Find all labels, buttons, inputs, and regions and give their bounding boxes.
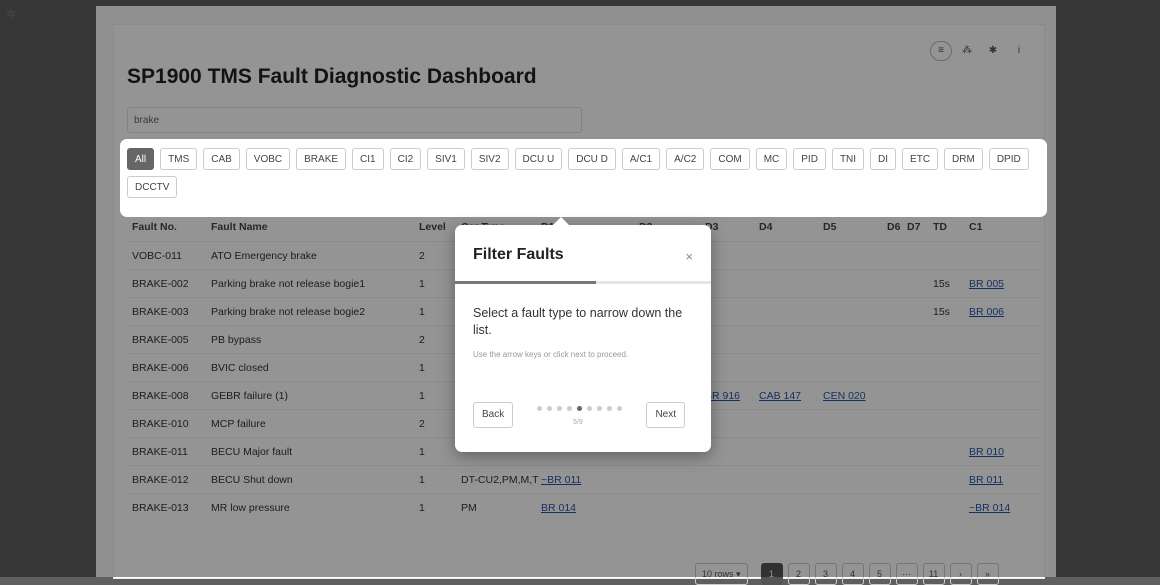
filter-chip[interactable]: DI — [870, 148, 897, 170]
step-dots — [537, 406, 622, 411]
step-dot[interactable] — [547, 406, 552, 411]
filter-chip[interactable]: SIV1 — [427, 148, 465, 170]
tour-progress-bar — [455, 281, 711, 284]
filter-chip[interactable]: DCCTV — [127, 176, 178, 198]
popover-arrow — [553, 217, 569, 225]
next-button[interactable]: Next — [646, 402, 685, 428]
filter-chip[interactable]: TMS — [160, 148, 198, 170]
filter-chip[interactable]: CAB — [203, 148, 240, 170]
tour-popover: Filter Faults × Select a fault type to n… — [455, 217, 711, 452]
filter-chip[interactable]: CI1 — [352, 148, 384, 170]
filter-chip[interactable]: BRAKE — [296, 148, 347, 170]
filter-chip[interactable]: PID — [793, 148, 826, 170]
step-dot[interactable] — [567, 406, 572, 411]
close-icon[interactable]: × — [685, 249, 693, 264]
filter-chip[interactable]: ETC — [902, 148, 939, 170]
filter-chip[interactable]: SIV2 — [470, 148, 509, 170]
popover-hint: Use the arrow keys or click next to proc… — [473, 350, 629, 359]
step-dot[interactable] — [607, 406, 612, 411]
filter-chip[interactable]: DCU U — [514, 148, 563, 170]
filter-chip[interactable]: All — [127, 148, 155, 170]
step-dot[interactable] — [537, 406, 542, 411]
step-dot[interactable] — [557, 406, 562, 411]
filter-chip[interactable]: TNI — [831, 148, 865, 170]
fault-type-filter-bar: All TMS CAB VOBC BRAKE CI1 CI2 SIV1 SIV2 DCU U DCU… — [121, 140, 1046, 216]
filter-chip[interactable]: A/C2 — [666, 148, 705, 170]
filter-chip[interactable]: DRM — [944, 148, 983, 170]
step-dot[interactable] — [617, 406, 622, 411]
step-dot[interactable] — [577, 406, 582, 411]
filter-chip[interactable]: CI2 — [389, 148, 422, 170]
filter-chip[interactable]: DPID — [988, 148, 1029, 170]
step-dot[interactable] — [597, 406, 602, 411]
popover-description: Select a fault type to narrow down the l… — [473, 306, 683, 337]
filter-chip[interactable]: COM — [710, 148, 750, 170]
back-button[interactable]: Back — [473, 402, 514, 428]
filter-chip[interactable]: VOBC — [245, 148, 291, 170]
popover-title: Filter Faults — [473, 246, 564, 263]
filter-chip[interactable]: DCU D — [568, 148, 616, 170]
filter-chips: All TMS CAB VOBC BRAKE CI1 CI2 SIV1 SIV2 DCU U DCU… — [127, 148, 1039, 198]
filter-chip[interactable]: A/C1 — [621, 148, 661, 170]
filter-chip[interactable]: MC — [755, 148, 788, 170]
step-dot[interactable] — [587, 406, 592, 411]
step-counter: 5/9 — [573, 419, 583, 426]
tour-progress-fill — [455, 281, 596, 284]
